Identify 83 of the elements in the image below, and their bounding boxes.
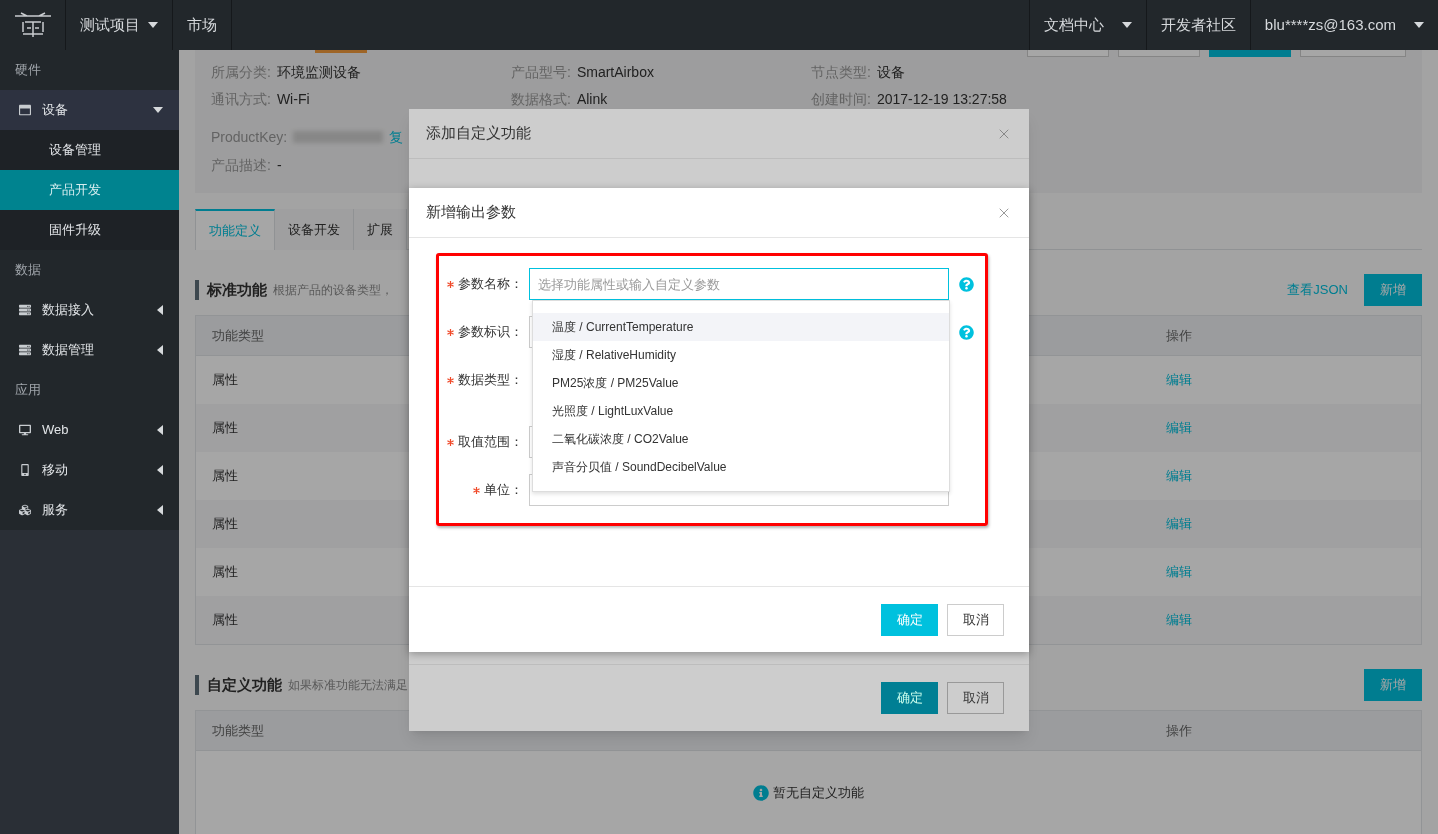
field-label: 参数名称：: [458, 275, 523, 294]
column-header: 操作: [1166, 326, 1193, 345]
sidebar-subitem[interactable]: 固件升级: [0, 210, 179, 250]
column-header: 操作: [1166, 721, 1193, 740]
caret-left-icon: [157, 425, 163, 435]
sidebar-section-label: 数据: [15, 261, 41, 280]
mobile-icon: [19, 464, 31, 476]
section-title: 自定义功能: [207, 674, 282, 695]
caret-left-icon: [157, 505, 163, 515]
dropdown-option[interactable]: 声音分贝值 / SoundDecibelValue: [533, 453, 949, 481]
caret-left-icon: [157, 345, 163, 355]
dialog-title: 新增输出参数: [426, 202, 517, 223]
empty-message: 暂无自定义功能: [773, 784, 864, 803]
info-value: Wi-Fi: [276, 89, 310, 109]
table-cell-text: 属性: [212, 611, 238, 630]
header-button[interactable]: [1118, 50, 1200, 57]
required-icon: [447, 328, 454, 336]
sidebar-section-label: 应用: [15, 381, 41, 400]
caret-down-icon: [148, 22, 158, 28]
column-header: 功能类型: [212, 721, 264, 740]
required-icon: [447, 376, 454, 384]
info-value: 环境监测设备: [276, 62, 361, 82]
table-cell-text: 属性: [212, 515, 238, 534]
field-label: 单位：: [484, 481, 523, 500]
required-icon: [447, 280, 454, 288]
table-cell-text: 属性: [212, 467, 238, 486]
sidebar-subitem[interactable]: 设备管理: [0, 130, 179, 170]
product-key-label: ProductKey:: [211, 127, 288, 147]
dropdown-option[interactable]: PM25浓度 / PM25Value: [533, 369, 949, 397]
dropdown-option[interactable]: 湿度 / RelativeHumidity: [533, 341, 949, 369]
field-label: 取值范围：: [458, 433, 523, 452]
cubes-icon: [19, 504, 31, 516]
info-value: SmartAirbox: [576, 62, 654, 82]
description-value: -: [276, 155, 282, 175]
dropdown-option[interactable]: 二氧化碳浓度 / CO2Value: [533, 425, 949, 453]
cancel-button[interactable]: 取消: [947, 682, 1004, 714]
info-label: 创建时间:: [811, 89, 871, 109]
field-label: 数据类型：: [458, 371, 523, 390]
header-button[interactable]: [1027, 50, 1109, 57]
tab[interactable]: 设备开发: [275, 209, 354, 250]
section-description: 根据产品的设备类型，: [273, 282, 393, 299]
required-icon: [447, 438, 454, 446]
description-label: 产品描述:: [211, 155, 271, 175]
section-description: 如果标准功能无法满足: [288, 677, 408, 694]
sidebar-section-label: 硬件: [15, 61, 41, 80]
tab[interactable]: 扩展: [354, 209, 407, 250]
table-cell-text: 属性: [212, 563, 238, 582]
help-icon[interactable]: [959, 276, 974, 292]
info-value: 设备: [876, 62, 905, 82]
window-icon: [19, 104, 31, 116]
info-label: 数据格式:: [511, 89, 571, 109]
caret-left-icon: [157, 305, 163, 315]
help-icon[interactable]: [959, 324, 974, 340]
sidebar-subitem[interactable]: 产品开发: [0, 170, 179, 210]
server-icon: [19, 304, 31, 316]
status-tag: [315, 50, 367, 53]
dropdown-option[interactable]: 光照度 / LightLuxValue: [533, 397, 949, 425]
info-label: 通讯方式:: [211, 89, 271, 109]
sidebar-item[interactable]: 设备: [0, 90, 179, 130]
column-header: 功能类型: [212, 326, 264, 345]
required-icon: [473, 486, 480, 494]
info-label: 产品型号:: [511, 62, 571, 82]
caret-down-icon: [1414, 22, 1424, 28]
dialog-title: 添加自定义功能: [426, 123, 532, 144]
cancel-button[interactable]: 取消: [947, 603, 1004, 636]
confirm-button[interactable]: 确定: [881, 682, 938, 714]
caret-left-icon: [157, 465, 163, 475]
caret-down-icon: [153, 107, 163, 113]
table-cell-text: 属性: [212, 371, 238, 390]
dropdown-option[interactable]: 温度 / CurrentTemperature: [533, 313, 949, 341]
info-icon: [753, 785, 769, 801]
server-icon: [19, 344, 31, 356]
logo-icon: [12, 10, 53, 40]
desktop-icon: [19, 424, 31, 436]
header-button[interactable]: [1300, 50, 1406, 57]
info-label: 节点类型:: [811, 62, 871, 82]
param-name-field[interactable]: 选择功能属性或输入自定义参数: [529, 268, 949, 300]
info-value: 2017-12-19 13:27:58: [876, 89, 1007, 109]
field-label: 参数标识：: [458, 323, 523, 342]
table-cell-text: 属性: [212, 419, 238, 438]
section-title: 标准功能: [207, 279, 267, 300]
info-value: Alink: [576, 89, 608, 109]
caret-down-icon: [1121, 22, 1132, 28]
